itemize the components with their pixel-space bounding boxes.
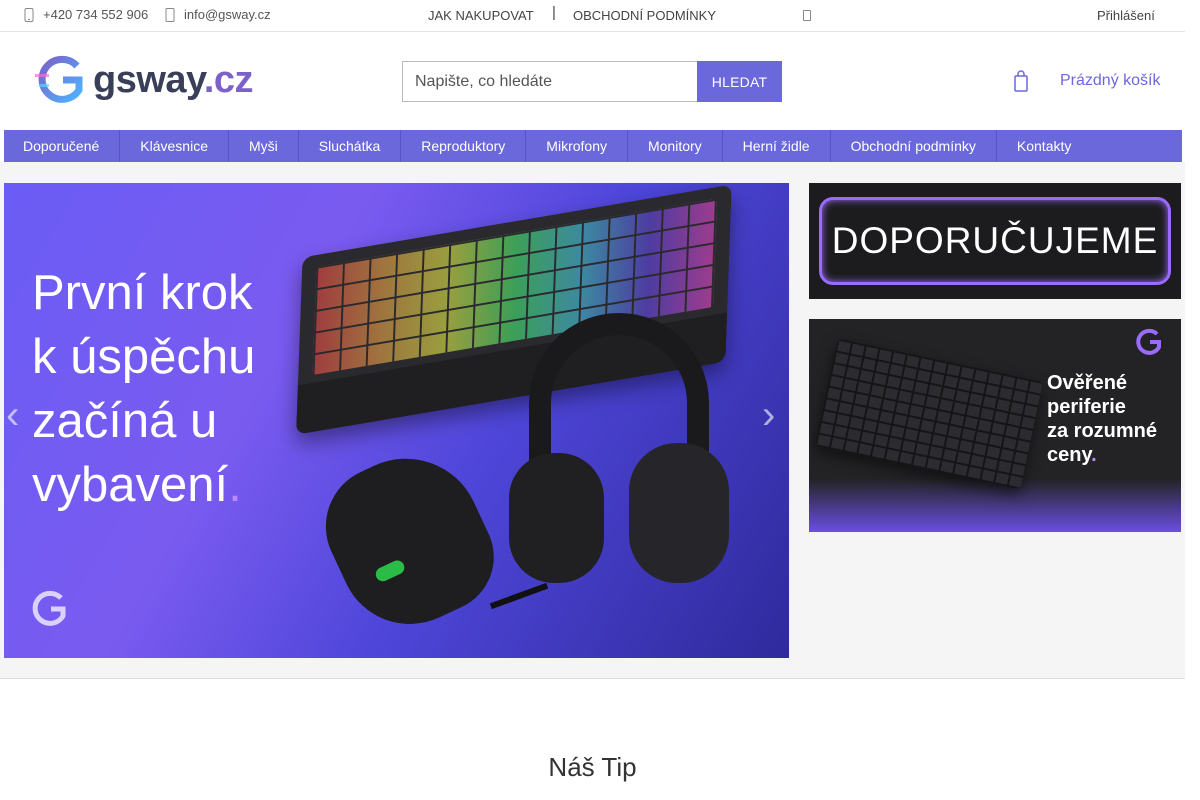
phone-number: +420 734 552 906 — [43, 7, 149, 22]
banner-line: ceny — [1047, 444, 1092, 466]
search-form: HLEDAT — [402, 61, 782, 102]
cart-widget[interactable]: Prázdný košík — [1014, 70, 1160, 92]
recommended-banner[interactable]: DOPORUČUJEME — [809, 183, 1181, 299]
recommended-banner-text: DOPORUČUJEME — [831, 220, 1159, 261]
nav-item-gaming-chairs[interactable]: Herní židle — [723, 130, 831, 162]
banner-line: Ověřené — [1047, 372, 1128, 394]
site-header: gsway.cz HLEDAT Prázdný košík — [0, 32, 1185, 130]
link-separator: | — [552, 4, 556, 21]
banner-dot: . — [1091, 444, 1097, 466]
email-contact[interactable]: info@gsway.cz — [164, 7, 271, 22]
hero-line: vybavení — [32, 458, 229, 512]
nav-item-terms[interactable]: Obchodní podmínky — [831, 130, 997, 162]
social-icon[interactable] — [803, 10, 811, 21]
slider-prev-arrow[interactable]: ‹ — [6, 393, 36, 443]
banner-section: První krok k úspěchu začíná u vybavení. … — [0, 162, 1185, 679]
cart-label: Prázdný košík — [1060, 72, 1161, 89]
peripherals-banner-text: Ověřené periferie za rozumné ceny. — [1047, 371, 1157, 467]
logo-text-tld: .cz — [203, 59, 254, 101]
hero-logo-icon — [32, 590, 66, 626]
keyboard-image — [814, 338, 1044, 490]
banner-logo-icon — [1136, 328, 1161, 355]
hero-line: začíná u — [32, 394, 218, 448]
hero-line: k úspěchu — [32, 330, 256, 384]
email-address: info@gsway.cz — [184, 7, 271, 22]
search-button[interactable]: HLEDAT — [697, 61, 782, 102]
terms-link[interactable]: OBCHODNÍ PODMÍNKY — [573, 8, 716, 23]
logo-mark-icon — [35, 55, 83, 103]
email-icon — [165, 7, 175, 22]
nav-item-recommended[interactable]: Doporučené — [4, 130, 121, 162]
site-logo[interactable]: gsway.cz — [33, 54, 254, 106]
cart-icon — [1014, 70, 1028, 92]
nav-item-headphones[interactable]: Sluchátka — [299, 130, 402, 162]
login-link[interactable]: Přihlášení — [1097, 8, 1155, 23]
hero-slider[interactable]: První krok k úspěchu začíná u vybavení. … — [4, 183, 789, 658]
peripherals-banner[interactable]: Ověřené periferie za rozumné ceny. — [809, 319, 1181, 532]
nav-item-contacts[interactable]: Kontakty — [997, 130, 1091, 162]
phone-contact[interactable]: +420 734 552 906 — [23, 7, 148, 22]
how-to-buy-link[interactable]: JAK NAKUPOVAT — [428, 8, 534, 23]
nav-item-keyboards[interactable]: Klávesnice — [120, 130, 229, 162]
nav-item-mice[interactable]: Myši — [229, 130, 299, 162]
banner-line: periferie — [1047, 396, 1126, 418]
nav-item-monitors[interactable]: Monitory — [628, 130, 723, 162]
hero-dot: . — [228, 458, 242, 512]
nav-item-speakers[interactable]: Reproduktory — [401, 130, 527, 162]
phone-icon — [24, 7, 34, 22]
main-navigation: Doporučené Klávesnice Myši Sluchátka Rep… — [4, 130, 1182, 162]
search-input[interactable] — [402, 61, 697, 102]
hero-headline: První krok k úspěchu začíná u vybavení. — [32, 261, 255, 517]
slider-next-arrow[interactable]: › — [762, 393, 789, 443]
top-bar: +420 734 552 906 info@gsway.cz JAK NAKUP… — [0, 0, 1185, 32]
banner-line: za rozumné — [1047, 420, 1158, 442]
headset-image — [489, 303, 739, 610]
nav-item-microphones[interactable]: Mikrofony — [526, 130, 628, 162]
logo-wordmark: gsway.cz — [93, 59, 254, 101]
hero-line: První krok — [32, 266, 253, 320]
mouse-image — [306, 434, 512, 647]
section-heading: Náš Tip — [548, 752, 637, 782]
logo-text-main: gsway — [93, 59, 204, 101]
